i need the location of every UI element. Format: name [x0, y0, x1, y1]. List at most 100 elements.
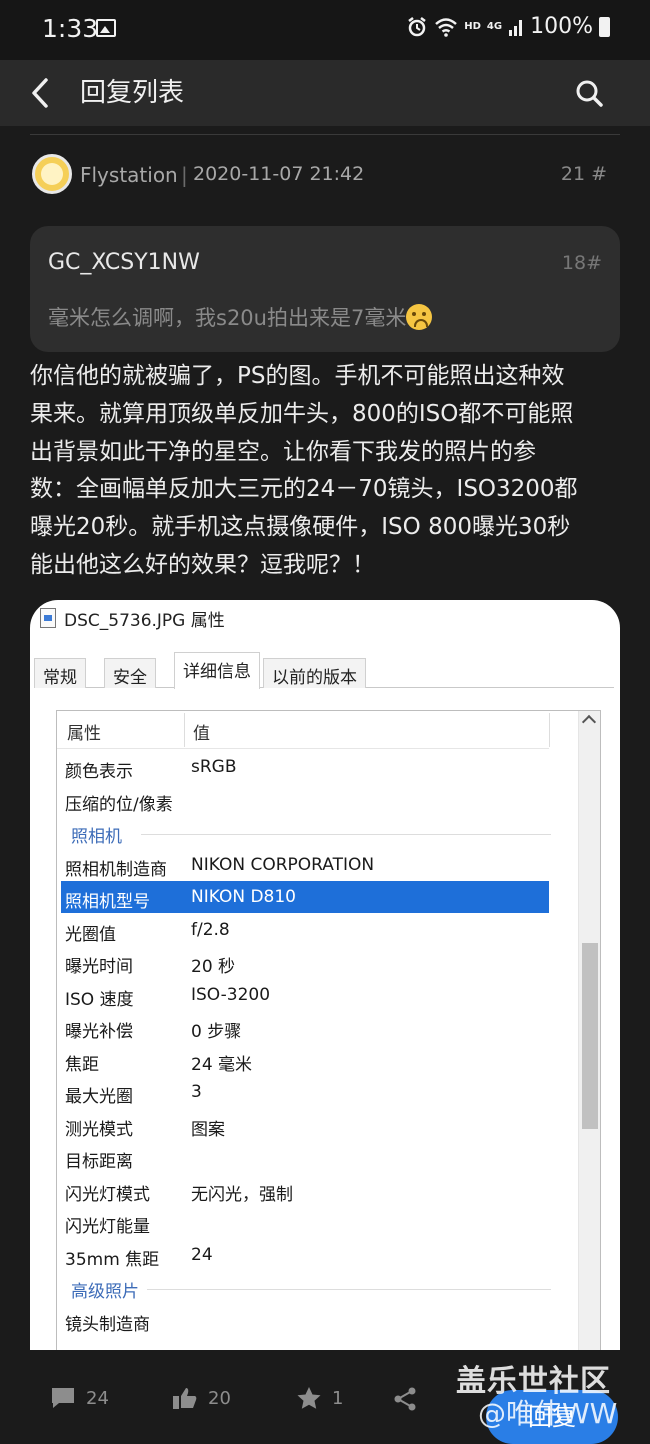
image-file-icon	[40, 608, 56, 628]
comment-icon	[52, 1388, 74, 1408]
network-gen-label: 4G	[486, 21, 503, 32]
image-group-label: 照相机	[71, 827, 130, 847]
post-datetime: 2020-11-07 21:42	[193, 163, 365, 185]
divider	[30, 134, 620, 135]
image-property-row: ISO 速度 ISO-3200	[61, 979, 549, 1011]
image-property-row: 目标距离	[61, 1141, 549, 1173]
image-group-header: 高级照片	[71, 1277, 551, 1307]
like-count: 20	[208, 1387, 231, 1409]
favorite-button[interactable]: 1	[296, 1386, 343, 1410]
image-property-row: 最大光圈 3	[61, 1076, 549, 1108]
image-property-row: 曝光补偿 0 步骤	[61, 1011, 549, 1043]
image-property-key: 曝光时间	[65, 957, 133, 977]
image-tab-previous-versions: 以前的版本	[263, 658, 366, 688]
thumbs-up-icon	[173, 1388, 197, 1409]
quoted-text: 毫米怎么调啊，我s20u拍出来是7毫米	[48, 302, 433, 332]
image-property-row: 焦距 24 毫米	[61, 1044, 549, 1076]
quoted-user: GC_XCSY1NW	[48, 250, 200, 275]
image-tab-details: 详细信息	[174, 652, 260, 689]
image-property-key: 颜色表示	[65, 762, 133, 782]
image-property-row: 测光模式 图案	[61, 1109, 549, 1141]
post-image[interactable]: DSC_5736.JPG 属性 常规 安全 详细信息 以前的版本 属性 值 颜色…	[30, 600, 620, 1350]
quoted-floor: 18#	[561, 252, 602, 274]
post-body: 你信他的就被骗了，PS的图。手机不可能照出这种效 果来。就算用顶级单反加牛头，8…	[30, 358, 622, 585]
post-body-line: 你信他的就被骗了，PS的图。手机不可能照出这种效	[30, 363, 565, 389]
bottom-action-bar: 24 20 1 回复 盖乐世社区 @唯伟WW	[0, 1350, 650, 1444]
comment-button[interactable]: 24	[50, 1386, 109, 1410]
image-property-row: 照相机型号 NIKON D810	[61, 881, 549, 913]
column-value: 值	[193, 724, 210, 744]
quoted-reply[interactable]: GC_XCSY1NW 18# 毫米怎么调啊，我s20u拍出来是7毫米	[30, 226, 620, 352]
image-property-row: 曝光时间 20 秒	[61, 946, 549, 978]
image-property-row: 光圈值 f/2.8	[61, 914, 549, 946]
share-icon	[394, 1387, 416, 1411]
post-body-line: 曝光20秒。就手机这点摄像硬件，ISO 800曝光30秒	[30, 514, 571, 541]
status-time: 1:33	[42, 14, 99, 43]
scroll-thumb	[582, 943, 598, 1129]
comment-count: 24	[86, 1387, 109, 1409]
wifi-icon	[435, 17, 458, 37]
signal-icon	[509, 19, 523, 36]
image-property-row: 镜头制造商	[61, 1304, 549, 1336]
app-header: 回复列表	[0, 60, 650, 126]
image-property-key: 镜头制造商	[65, 1314, 150, 1335]
image-property-key: 压缩的位/像素	[65, 794, 173, 815]
post-body-line: 数：全画幅单反加大三元的24－70镜头，ISO3200都	[30, 476, 578, 503]
image-group-label: 高级照片	[71, 1282, 147, 1302]
star-icon	[297, 1387, 321, 1409]
image-property-value: 24 毫米	[191, 1054, 253, 1075]
image-properties-panel: 属性 值 颜色表示 sRGB 压缩的位/像素照相机照相机制造商 NIKON CORPO…	[56, 710, 601, 1350]
battery-percent: 100%	[530, 14, 593, 39]
scroll-up-arrow-icon	[581, 714, 597, 730]
search-icon[interactable]	[570, 74, 610, 114]
avatar[interactable]	[32, 154, 72, 194]
status-bar: 1:33 HD 4G 100%	[0, 0, 650, 60]
image-property-key: 闪光灯能量	[65, 1217, 150, 1237]
column-property: 属性	[67, 724, 101, 744]
post-body-line: 果来。就算用顶级单反加牛头，800的ISO都不可能照	[30, 400, 574, 427]
column-divider	[184, 713, 185, 747]
favorite-count: 1	[332, 1387, 344, 1409]
network-hd-label: HD	[464, 21, 481, 32]
image-tabs: 常规 安全 详细信息 以前的版本	[34, 652, 614, 689]
image-property-row: 颜色表示 sRGB	[61, 751, 549, 783]
page-title: 回复列表	[80, 78, 185, 108]
image-property-value: NIKON CORPORATION	[191, 854, 375, 875]
share-button[interactable]	[392, 1386, 418, 1412]
post-body-line: 能出他这么好的效果？逗我呢？！	[30, 551, 375, 578]
image-group-header: 照相机	[71, 822, 551, 852]
image-property-value: NIKON D810	[191, 887, 296, 907]
image-property-key: 目标距离	[65, 1152, 133, 1172]
author-name[interactable]: Flystation	[80, 163, 178, 187]
image-property-key: 照相机制造商	[65, 859, 167, 880]
image-tab-general: 常规	[34, 658, 86, 688]
image-property-value: 无闪光，强制	[191, 1184, 293, 1205]
quoted-text-content: 毫米怎么调啊，我s20u拍出来是7毫米	[48, 306, 407, 330]
image-property-value: 图案	[191, 1119, 225, 1140]
image-property-row: 35mm 焦距 24	[61, 1239, 549, 1271]
image-property-key: 焦距	[65, 1054, 99, 1075]
image-property-key: 35mm 焦距	[65, 1249, 160, 1270]
floor-number: 21 #	[560, 163, 607, 185]
image-property-key: 闪光灯模式	[65, 1184, 150, 1205]
like-button[interactable]: 20	[172, 1386, 231, 1410]
image-property-key: 光圈值	[65, 924, 116, 945]
avatar-face	[41, 163, 63, 185]
image-property-row: 压缩的位/像素	[61, 784, 549, 816]
alarm-icon	[408, 16, 426, 36]
worried-face-emoji-icon	[406, 304, 433, 330]
post-body-line: 出背景如此干净的星空。让你看下我发的照片的参	[30, 438, 536, 465]
image-property-value: 0 步骤	[191, 1022, 242, 1042]
watermark-user: @唯伟WW	[478, 1397, 618, 1430]
image-scrollbar	[578, 711, 600, 1350]
image-property-value: 24	[191, 1244, 213, 1265]
image-property-key: 测光模式	[65, 1119, 133, 1140]
image-window-title: DSC_5736.JPG 属性	[64, 611, 225, 631]
image-property-key: 照相机型号	[65, 892, 150, 912]
image-property-value: f/2.8	[191, 919, 230, 940]
gallery-notification-icon	[96, 19, 116, 37]
meta-separator: |	[181, 163, 188, 187]
image-property-value: ISO-3200	[191, 984, 271, 1005]
image-property-key: ISO 速度	[65, 989, 134, 1010]
back-arrow-icon[interactable]	[26, 74, 58, 112]
